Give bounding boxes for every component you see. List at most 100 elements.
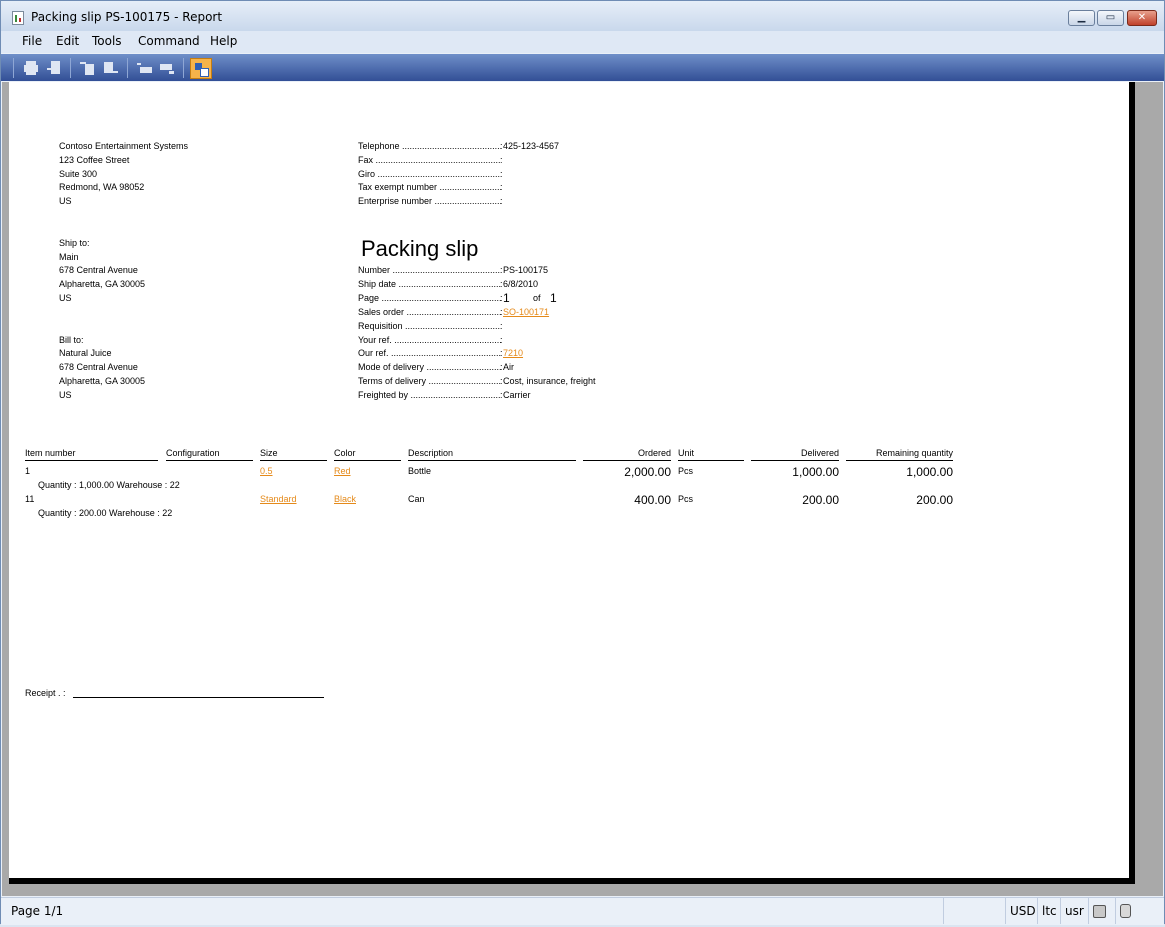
freighted-by-value: Carrier bbox=[503, 390, 531, 400]
company-line: Redmond, WA 98052 bbox=[59, 182, 145, 192]
col-header-configuration: Configuration bbox=[166, 448, 253, 461]
previous-page-button[interactable] bbox=[101, 59, 119, 77]
col-header-description: Description bbox=[408, 448, 576, 461]
ship-date-value: 6/8/2010 bbox=[503, 279, 539, 289]
row-detail: Quantity : 1,000.00 Warehouse : 22 bbox=[38, 480, 180, 490]
toolbar-separator bbox=[70, 58, 71, 78]
cell-size-link[interactable]: 0.5 bbox=[260, 466, 273, 476]
menu-file[interactable]: File bbox=[22, 34, 42, 48]
minimize-button[interactable]: ▁ bbox=[1068, 10, 1095, 26]
ship-to-country: US bbox=[59, 293, 72, 303]
bill-to-street: 678 Central Avenue bbox=[59, 362, 138, 372]
ship-to-name: Main bbox=[59, 252, 79, 262]
status-bar: Page 1/1 USD ltc usr bbox=[1, 897, 1164, 925]
toolbar-separator bbox=[127, 58, 128, 78]
our-ref-label: Our ref. bbox=[358, 348, 501, 358]
col-header-size: Size bbox=[260, 448, 327, 461]
minimize-icon: ▁ bbox=[1077, 12, 1086, 23]
cell-ordered: 2,000.00 bbox=[624, 465, 671, 479]
cell-delivered: 1,000.00 bbox=[792, 465, 839, 479]
report-page: Contoso Entertainment Systems 123 Coffee… bbox=[9, 82, 1135, 884]
cell-size-link[interactable]: Standard bbox=[260, 494, 297, 504]
our-ref-link[interactable]: 7210 bbox=[503, 348, 523, 358]
cell-item-number: 11 bbox=[25, 494, 35, 504]
print-to-button[interactable] bbox=[45, 59, 63, 77]
terms-of-delivery-label: Terms of delivery bbox=[358, 376, 501, 386]
server-icon bbox=[1120, 904, 1131, 918]
cell-unit: Pcs bbox=[678, 466, 694, 476]
layout-button[interactable] bbox=[190, 58, 212, 79]
sales-order-link[interactable]: SO-100171 bbox=[503, 307, 549, 317]
ship-to-city: Alpharetta, GA 30005 bbox=[59, 279, 146, 289]
receipt-label: Receipt . : bbox=[25, 688, 66, 698]
menu-tools[interactable]: Tools bbox=[92, 34, 122, 48]
status-db-button[interactable] bbox=[1088, 898, 1115, 924]
bill-to-label: Bill to: bbox=[59, 335, 84, 345]
telephone-label: Telephone bbox=[358, 141, 501, 151]
cell-unit: Pcs bbox=[678, 494, 694, 504]
giro-label: Giro bbox=[358, 169, 501, 179]
maximize-button[interactable]: ▭ bbox=[1097, 10, 1124, 26]
bill-to-country: US bbox=[59, 390, 72, 400]
next-page-button[interactable] bbox=[135, 59, 153, 77]
col-header-ordered: Ordered bbox=[583, 448, 671, 461]
close-icon: ✕ bbox=[1137, 12, 1147, 23]
mode-of-delivery-label: Mode of delivery bbox=[358, 362, 501, 372]
last-page-button[interactable] bbox=[158, 59, 176, 77]
status-company: ltc bbox=[1037, 898, 1060, 924]
toolbar bbox=[1, 54, 1164, 81]
title-bar: Packing slip PS-100175 - Report ▁ ▭ ✕ bbox=[1, 1, 1164, 31]
company-line: 123 Coffee Street bbox=[59, 155, 130, 165]
document-title: Packing slip bbox=[361, 236, 479, 261]
col-header-remaining-quantity: Remaining quantity bbox=[846, 448, 953, 461]
page-label: Page bbox=[358, 293, 501, 303]
requisition-label: Requisition bbox=[358, 321, 501, 331]
your-ref-label: Your ref. bbox=[358, 335, 501, 345]
page-value: 1 bbox=[503, 291, 510, 305]
close-button[interactable]: ✕ bbox=[1127, 10, 1157, 26]
cell-item-number: 1 bbox=[25, 466, 31, 476]
col-header-color: Color bbox=[334, 448, 401, 461]
company-name: Contoso Entertainment Systems bbox=[59, 141, 189, 151]
bill-to-name: Natural Juice bbox=[59, 348, 112, 358]
status-page: Page 1/1 bbox=[11, 904, 64, 918]
status-server-button[interactable] bbox=[1115, 898, 1143, 924]
report-window: Packing slip PS-100175 - Report ▁ ▭ ✕ Fi… bbox=[0, 0, 1165, 925]
cell-delivered: 200.00 bbox=[802, 493, 839, 507]
terms-of-delivery-value: Cost, insurance, freight bbox=[503, 376, 596, 386]
of-label: of bbox=[533, 293, 541, 303]
row-detail: Quantity : 200.00 Warehouse : 22 bbox=[38, 508, 173, 518]
toolbar-separator bbox=[13, 58, 14, 78]
maximize-icon: ▭ bbox=[1105, 12, 1116, 23]
freighted-by-label: Freighted by bbox=[358, 390, 501, 400]
col-header-delivered: Delivered bbox=[751, 448, 839, 461]
cell-description: Can bbox=[408, 494, 425, 504]
number-label: Number bbox=[358, 265, 501, 275]
cell-color-link[interactable]: Red bbox=[334, 466, 351, 476]
sales-order-label: Sales order bbox=[358, 307, 501, 317]
bill-to-city: Alpharetta, GA 30005 bbox=[59, 376, 146, 386]
telephone-value: 425-123-4567 bbox=[503, 141, 560, 151]
company-line: US bbox=[59, 196, 72, 206]
status-spacer bbox=[943, 898, 1005, 924]
toolbar-separator bbox=[183, 58, 184, 78]
report-viewport[interactable]: Contoso Entertainment Systems 123 Coffee… bbox=[2, 82, 1163, 896]
menu-command[interactable]: Command bbox=[138, 34, 200, 48]
cell-description: Bottle bbox=[408, 466, 432, 476]
company-line: Suite 300 bbox=[59, 169, 98, 179]
page-total: 1 bbox=[550, 291, 557, 305]
ship-date-label: Ship date bbox=[358, 279, 501, 289]
cell-remaining: 1,000.00 bbox=[906, 465, 953, 479]
cell-color-link[interactable]: Black bbox=[334, 494, 356, 504]
window-title: Packing slip PS-100175 - Report bbox=[31, 10, 223, 24]
status-user: usr bbox=[1060, 898, 1088, 924]
fax-label: Fax bbox=[358, 155, 501, 165]
print-button[interactable] bbox=[22, 59, 40, 77]
status-currency: USD bbox=[1005, 898, 1037, 924]
menu-edit[interactable]: Edit bbox=[56, 34, 79, 48]
first-page-button[interactable] bbox=[78, 59, 96, 77]
enterprise-number-label: Enterprise number bbox=[358, 196, 501, 206]
col-header-unit: Unit bbox=[678, 448, 744, 461]
menu-help[interactable]: Help bbox=[210, 34, 237, 48]
receipt-signature-line bbox=[73, 697, 324, 698]
